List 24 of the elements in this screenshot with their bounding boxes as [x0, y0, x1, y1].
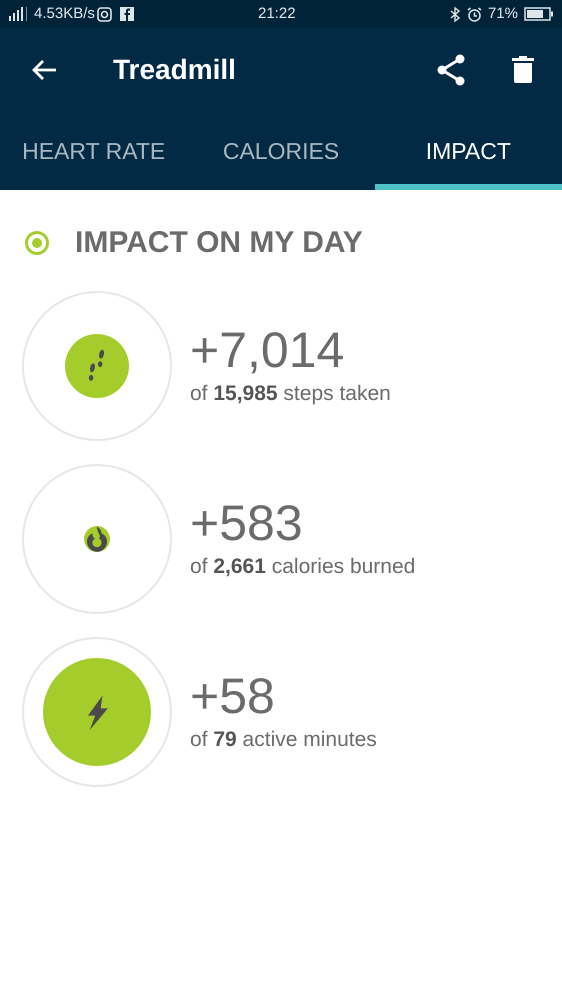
- target-icon: [24, 230, 50, 256]
- stat-value: +7,014: [190, 322, 344, 378]
- stat-value: +58: [190, 668, 275, 724]
- camera-icon: [96, 6, 112, 22]
- tab[interactable]: IMPACT: [374, 112, 562, 190]
- f-square-icon: [120, 7, 134, 21]
- trash-icon: [512, 56, 534, 84]
- signal-icon: [8, 6, 30, 22]
- tab[interactable]: CALORIES: [187, 112, 375, 190]
- bluetooth-icon: [450, 6, 461, 22]
- stat-value: +583: [190, 495, 303, 552]
- back-icon: [31, 59, 57, 81]
- network-speed: 4.53KB/s: [34, 4, 95, 24]
- battery-icon: [524, 7, 554, 21]
- screen-title: Treadmill: [113, 53, 236, 87]
- section-heading: IMPACT ON MY DAY: [75, 225, 363, 261]
- stat-detail: of 79 active minutes: [190, 727, 377, 754]
- stat-detail: of 15,985 steps taken: [190, 381, 391, 408]
- tab[interactable]: HEART RATE: [0, 112, 188, 190]
- alarm-clock-icon: [466, 6, 482, 22]
- clock-time: 21:22: [258, 4, 296, 24]
- battery-percent: 71%: [488, 4, 518, 24]
- share-icon: [436, 54, 466, 86]
- stat-detail: of 2,661 calories burned: [190, 554, 416, 580]
